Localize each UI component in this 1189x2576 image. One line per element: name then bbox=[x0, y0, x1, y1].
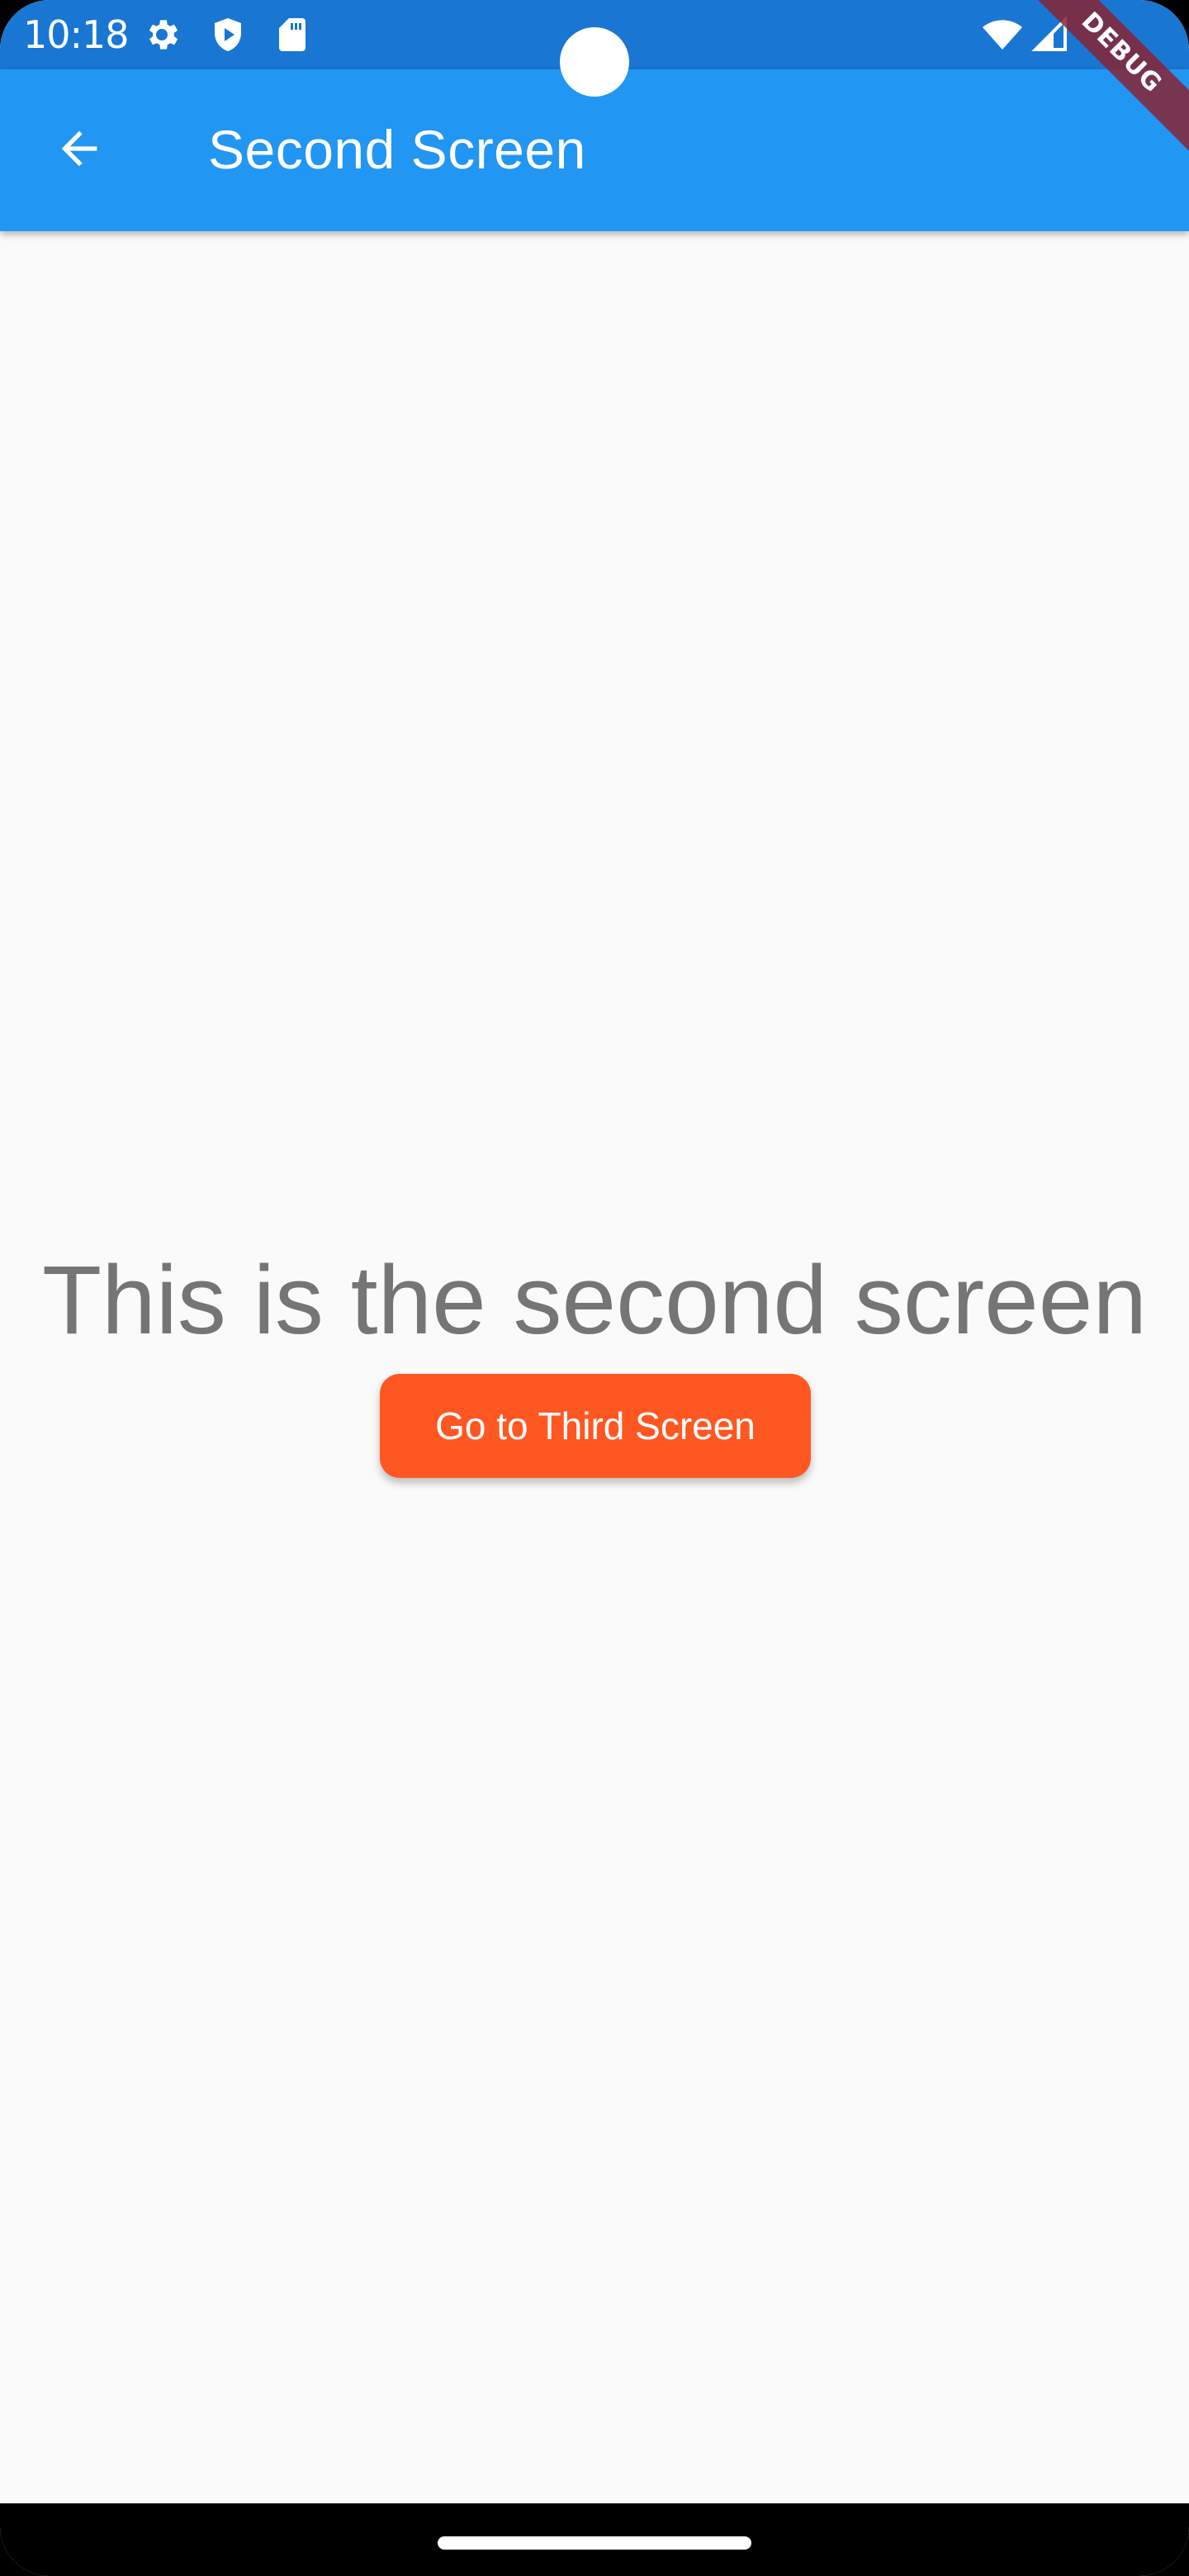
camera-cutout bbox=[560, 27, 629, 97]
wifi-icon bbox=[981, 15, 1022, 54]
main-content: This is the second screen Go to Third Sc… bbox=[0, 231, 1189, 2503]
phone-screen: 10:18 Second Screen DEBUG This is the se… bbox=[0, 0, 1189, 2576]
shield-play-icon bbox=[208, 15, 248, 54]
go-to-third-screen-button[interactable]: Go to Third Screen bbox=[380, 1374, 811, 1478]
home-indicator[interactable] bbox=[438, 2536, 751, 2550]
screen-heading: This is the second screen bbox=[42, 1246, 1147, 1355]
back-button[interactable] bbox=[40, 111, 119, 190]
arrow-back-icon bbox=[53, 122, 106, 179]
sd-card-icon bbox=[272, 15, 312, 54]
page-title: Second Screen bbox=[208, 119, 586, 180]
navigation-bar bbox=[0, 2503, 1189, 2576]
gear-icon bbox=[142, 15, 182, 54]
status-time: 10:18 bbox=[23, 12, 130, 57]
